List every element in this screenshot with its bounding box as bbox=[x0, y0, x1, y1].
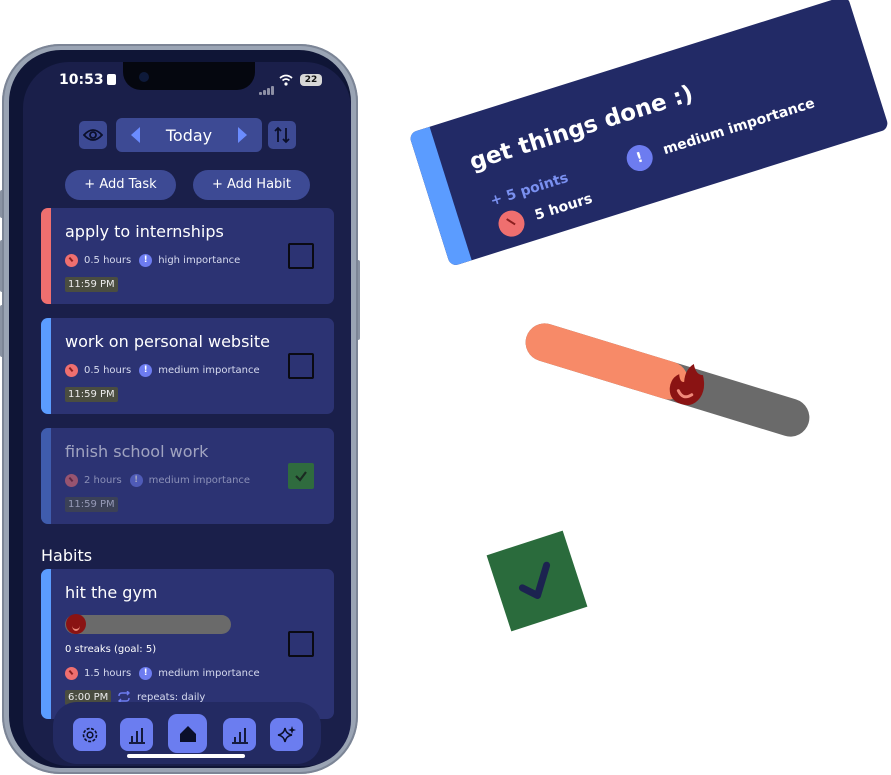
importance-icon: ! bbox=[139, 254, 153, 267]
next-day-button[interactable] bbox=[238, 127, 247, 143]
task-card[interactable]: work on personal website 0.5 hours ! med… bbox=[41, 318, 334, 414]
focus-badge-icon bbox=[106, 74, 116, 85]
battery-indicator: 22 bbox=[300, 74, 322, 86]
floating-streak-bar bbox=[520, 318, 815, 442]
visibility-toggle-button[interactable] bbox=[79, 121, 107, 149]
due-time-badge: 11:59 PM bbox=[65, 387, 118, 402]
floating-checkbox bbox=[486, 530, 588, 632]
habit-title: hit the gym bbox=[65, 583, 158, 602]
nav-stats-button[interactable] bbox=[223, 718, 256, 751]
task-importance: medium importance bbox=[158, 365, 260, 376]
signal-icon bbox=[259, 76, 275, 95]
habits-heading: Habits bbox=[41, 546, 93, 565]
clock-icon bbox=[495, 207, 528, 240]
eye-icon bbox=[83, 129, 103, 141]
due-time-badge: 11:59 PM bbox=[65, 277, 118, 292]
clock-icon bbox=[65, 364, 78, 377]
due-time-badge: 11:59 PM bbox=[65, 497, 118, 512]
task-checkbox[interactable] bbox=[288, 463, 314, 489]
habit-importance: medium importance bbox=[158, 668, 260, 679]
task-hours: 0.5 hours bbox=[84, 255, 132, 266]
task-card[interactable]: apply to internships 0.5 hours ! high im… bbox=[41, 208, 334, 304]
add-task-button[interactable]: + Add Task bbox=[65, 170, 176, 200]
task-card[interactable]: finish school work 2 hours ! medium impo… bbox=[41, 428, 334, 524]
sort-icon bbox=[274, 126, 290, 144]
clock-icon bbox=[65, 254, 78, 267]
streak-text: 0 streaks (goal: 5) bbox=[65, 644, 157, 655]
habit-card[interactable]: hit the gym 0 streaks (goal: 5) 1.5 hour… bbox=[41, 569, 334, 719]
priority-bar bbox=[41, 569, 51, 719]
streak-progress-bar bbox=[65, 614, 231, 634]
gear-icon bbox=[82, 727, 97, 742]
hours-label: 5 hours bbox=[532, 190, 595, 224]
habit-meta: 1.5 hours ! medium importance bbox=[65, 667, 260, 680]
date-navigator: Today bbox=[116, 118, 262, 152]
priority-bar bbox=[41, 428, 51, 524]
task-title: finish school work bbox=[65, 442, 209, 461]
task-meta: 0.5 hours ! medium importance bbox=[65, 364, 260, 377]
habit-hours: 1.5 hours bbox=[84, 668, 132, 679]
sparkle-icon bbox=[277, 725, 296, 742]
checkmark-icon bbox=[518, 561, 551, 600]
phone-frame: 10:53 22 Today + Add Task + Add Habit ap… bbox=[2, 44, 358, 774]
priority-bar bbox=[408, 126, 472, 267]
priority-bar bbox=[41, 318, 51, 414]
stats-icon bbox=[231, 727, 248, 744]
task-hours: 2 hours bbox=[84, 475, 122, 486]
repeat-label: repeats: daily bbox=[137, 691, 206, 703]
flame-icon bbox=[66, 614, 86, 634]
nav-analytics-button[interactable] bbox=[120, 718, 153, 751]
phone-bezel: 10:53 22 Today + Add Task + Add Habit ap… bbox=[9, 50, 351, 768]
camera-icon bbox=[139, 72, 149, 82]
task-title: work on personal website bbox=[65, 332, 270, 351]
importance-icon: ! bbox=[139, 364, 153, 377]
home-icon bbox=[179, 725, 196, 742]
importance-icon: ! bbox=[129, 474, 143, 487]
nav-home-button[interactable] bbox=[168, 714, 207, 753]
bar-chart-icon bbox=[128, 727, 145, 744]
task-meta: 0.5 hours ! high importance bbox=[65, 254, 240, 267]
floating-task-card: get things done :) + 5 points 5 hours ! … bbox=[408, 0, 890, 267]
nav-ai-button[interactable] bbox=[270, 718, 303, 751]
clock-icon bbox=[65, 667, 78, 680]
importance-icon: ! bbox=[623, 141, 657, 175]
importance-icon: ! bbox=[139, 667, 153, 680]
add-habit-button[interactable]: + Add Habit bbox=[193, 170, 310, 200]
status-time: 10:53 bbox=[59, 72, 116, 88]
clock-icon bbox=[65, 474, 78, 487]
task-checkbox[interactable] bbox=[288, 243, 314, 269]
wifi-icon bbox=[279, 74, 293, 86]
priority-bar bbox=[41, 208, 51, 304]
nav-settings-button[interactable] bbox=[73, 718, 106, 751]
task-checkbox[interactable] bbox=[288, 353, 314, 379]
app-screen: 10:53 22 Today + Add Task + Add Habit ap… bbox=[23, 62, 351, 766]
checkmark-icon bbox=[295, 471, 307, 482]
habit-checkbox[interactable] bbox=[288, 631, 314, 657]
home-indicator bbox=[127, 754, 245, 758]
task-importance: high importance bbox=[158, 255, 241, 266]
sort-button[interactable] bbox=[268, 121, 296, 149]
task-hours: 0.5 hours bbox=[84, 365, 132, 376]
camera-notch bbox=[123, 62, 255, 90]
task-meta: 2 hours ! medium importance bbox=[65, 474, 250, 487]
task-importance: medium importance bbox=[148, 475, 251, 486]
task-title: apply to internships bbox=[65, 222, 224, 241]
